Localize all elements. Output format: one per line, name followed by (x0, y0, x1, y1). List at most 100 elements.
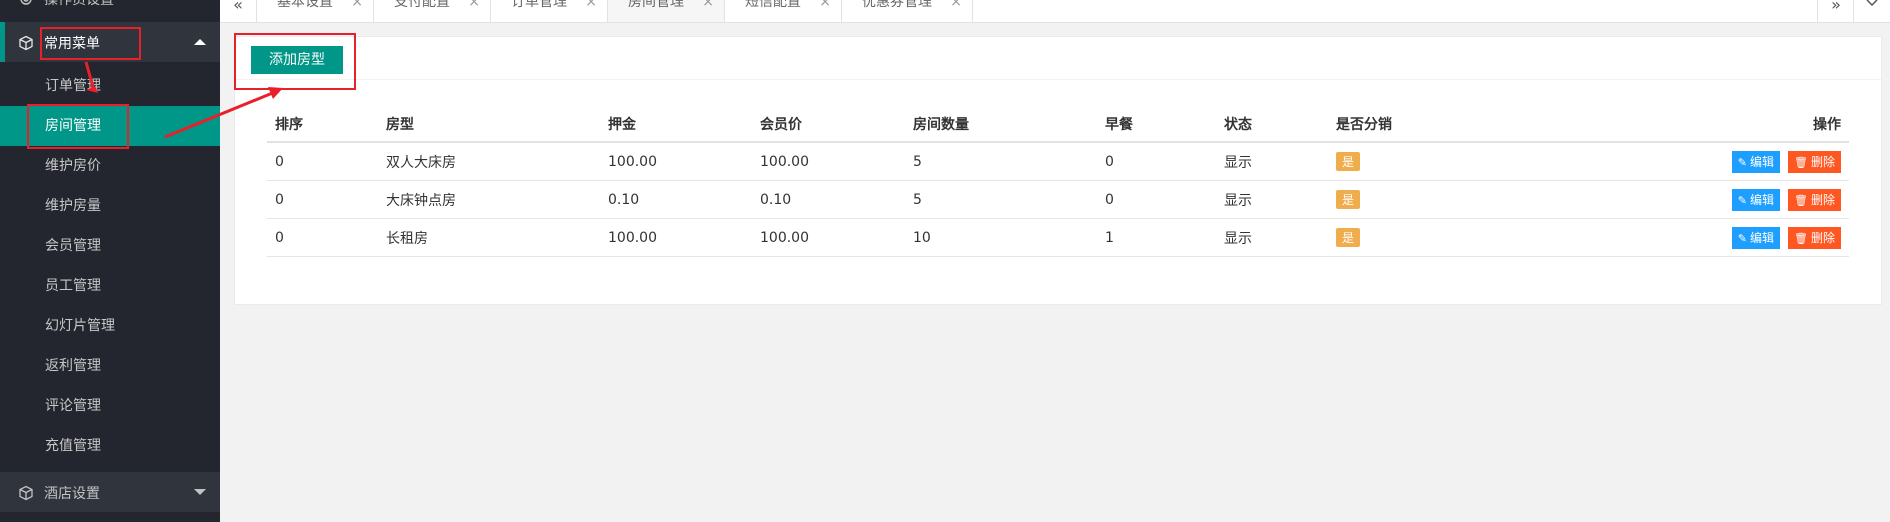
sidebar-group-hotel-settings[interactable]: 酒店设置 (0, 472, 220, 512)
cell-member-price: 0.10 (752, 180, 905, 219)
edit-button[interactable]: ✎ 编辑 (1731, 226, 1781, 249)
cell-member-price: 100.00 (752, 218, 905, 257)
sidebar-submenu: 订单管理 房间管理 维护房价 维护房量 会员管理 员工管理 幻灯片管理 返利管理… (0, 66, 220, 466)
delete-button[interactable]: 🗑 删除 (1788, 188, 1841, 211)
pencil-icon: ✎ (1737, 231, 1747, 245)
cell-room-count: 5 (905, 180, 1097, 219)
delete-label: 删除 (1810, 230, 1835, 245)
edit-button[interactable]: ✎ 编辑 (1731, 150, 1781, 173)
sidebar-item-slideshow-management[interactable]: 幻灯片管理 (0, 306, 220, 346)
cell-breakfast: 0 (1097, 142, 1216, 181)
cell-deposit: 0.10 (600, 180, 752, 219)
cell-status: 显示 (1216, 142, 1328, 181)
tab-basic-settings[interactable]: 基本设置 × (257, 0, 374, 22)
sidebar-item-order-management[interactable]: 订单管理 (0, 66, 220, 106)
cell-sort: 0 (267, 180, 378, 219)
tab-bar: « 基本设置 × 支付配置 × 订单管理 × 房间管理 × 短信配置 × 优惠券… (220, 0, 1890, 23)
sidebar-group-label: 操作员设置 (44, 0, 114, 8)
close-icon[interactable]: × (819, 0, 831, 10)
cell-room-type: 长租房 (378, 218, 600, 257)
close-icon[interactable]: × (585, 0, 597, 10)
sidebar-group-common-menu[interactable]: 常用菜单 (0, 22, 220, 62)
sidebar-item-recharge-management[interactable]: 充值管理 (0, 426, 220, 466)
distribution-badge: 是 (1336, 152, 1361, 171)
cell-actions: ✎ 编辑 🗑 删除 (1510, 218, 1849, 257)
header-status: 状态 (1216, 107, 1328, 143)
sidebar-item-room-quantity[interactable]: 维护房量 (0, 186, 220, 226)
table-header-row: 排序 房型 押金 会员价 房间数量 早餐 状态 是否分销 操作 (267, 107, 1849, 143)
close-icon[interactable]: × (950, 0, 962, 10)
delete-label: 删除 (1810, 192, 1835, 207)
sidebar-item-rebate-management[interactable]: 返利管理 (0, 346, 220, 386)
sidebar-group-label: 酒店设置 (44, 486, 100, 502)
delete-label: 删除 (1810, 154, 1835, 169)
table-row: 0 长租房 100.00 100.00 10 1 显示 是 ✎ 编辑 🗑 删除 (267, 218, 1849, 257)
cell-sort: 0 (267, 142, 378, 181)
sidebar-item-room-management[interactable]: 房间管理 (0, 106, 220, 146)
tabs-scroll-right-icon[interactable]: » (1817, 0, 1854, 22)
sidebar-item-staff-management[interactable]: 员工管理 (0, 266, 220, 306)
cell-actions: ✎ 编辑 🗑 删除 (1510, 142, 1849, 181)
close-icon[interactable]: × (351, 0, 363, 10)
sidebar-item-room-price[interactable]: 维护房价 (0, 146, 220, 186)
sidebar-group-label: 常用菜单 (44, 36, 100, 52)
cell-status: 显示 (1216, 180, 1328, 219)
delete-button[interactable]: 🗑 删除 (1788, 226, 1841, 249)
cell-room-type: 大床钟点房 (378, 180, 600, 219)
panel-toolbar: 添加房型 (235, 37, 1881, 80)
cell-distribution: 是 (1328, 180, 1511, 219)
distribution-badge: 是 (1336, 228, 1361, 247)
sidebar: 操作员设置 常用菜单 订单管理 房间管理 维护房价 维护房量 会员管理 员工管理… (0, 0, 220, 522)
pencil-icon: ✎ (1737, 193, 1747, 207)
header-deposit: 押金 (600, 107, 752, 143)
header-sort: 排序 (267, 107, 378, 143)
cell-room-count: 10 (905, 218, 1097, 257)
delete-button[interactable]: 🗑 删除 (1788, 150, 1841, 173)
header-room-type: 房型 (378, 107, 600, 143)
cell-room-count: 5 (905, 142, 1097, 181)
tabs-scroll-left-icon[interactable]: « (220, 0, 257, 22)
edit-button[interactable]: ✎ 编辑 (1731, 188, 1781, 211)
tab-list: 基本设置 × 支付配置 × 订单管理 × 房间管理 × 短信配置 × 优惠券管理… (257, 0, 973, 22)
tab-order-management[interactable]: 订单管理 × (491, 0, 608, 22)
cell-status: 显示 (1216, 218, 1328, 257)
cell-deposit: 100.00 (600, 142, 752, 181)
table-row: 0 大床钟点房 0.10 0.10 5 0 显示 是 ✎ 编辑 🗑 删除 (267, 180, 1849, 219)
edit-label: 编辑 (1750, 154, 1775, 169)
header-breakfast: 早餐 (1097, 107, 1216, 143)
header-room-count: 房间数量 (905, 107, 1097, 143)
header-actions: 操作 (1510, 107, 1849, 143)
trash-icon: 🗑 (1794, 231, 1808, 245)
header-member-price: 会员价 (752, 107, 905, 143)
close-icon[interactable]: × (702, 0, 714, 10)
trash-icon: 🗑 (1794, 155, 1808, 169)
cube-icon (19, 35, 33, 51)
tab-sms-config[interactable]: 短信配置 × (725, 0, 842, 22)
close-icon[interactable]: × (468, 0, 480, 10)
table-row: 0 双人大床房 100.00 100.00 5 0 显示 是 ✎ 编辑 🗑 删除 (267, 142, 1849, 181)
tab-coupon-management[interactable]: 优惠券管理 × (842, 0, 973, 22)
tab-room-management[interactable]: 房间管理 × (608, 0, 725, 22)
cell-actions: ✎ 编辑 🗑 删除 (1510, 180, 1849, 219)
caret-up-icon (194, 39, 206, 45)
cell-breakfast: 0 (1097, 180, 1216, 219)
cell-sort: 0 (267, 218, 378, 257)
caret-down-icon (194, 489, 206, 495)
sidebar-item-member-management[interactable]: 会员管理 (0, 226, 220, 266)
cell-distribution: 是 (1328, 142, 1511, 181)
active-group-accent (0, 22, 5, 62)
sidebar-group-operator-settings[interactable]: 操作员设置 (0, 0, 220, 18)
edit-label: 编辑 (1750, 192, 1775, 207)
pencil-icon: ✎ (1737, 155, 1747, 169)
trash-icon: 🗑 (1794, 193, 1808, 207)
tab-payment-config[interactable]: 支付配置 × (374, 0, 491, 22)
gear-icon (20, 0, 32, 5)
tabs-menu-chevron-down-icon[interactable] (1853, 0, 1890, 22)
cell-breakfast: 1 (1097, 218, 1216, 257)
sidebar-item-review-management[interactable]: 评论管理 (0, 386, 220, 426)
cell-deposit: 100.00 (600, 218, 752, 257)
distribution-badge: 是 (1336, 190, 1361, 209)
add-room-type-button[interactable]: 添加房型 (251, 46, 343, 74)
cell-member-price: 100.00 (752, 142, 905, 181)
cell-room-type: 双人大床房 (378, 142, 600, 181)
